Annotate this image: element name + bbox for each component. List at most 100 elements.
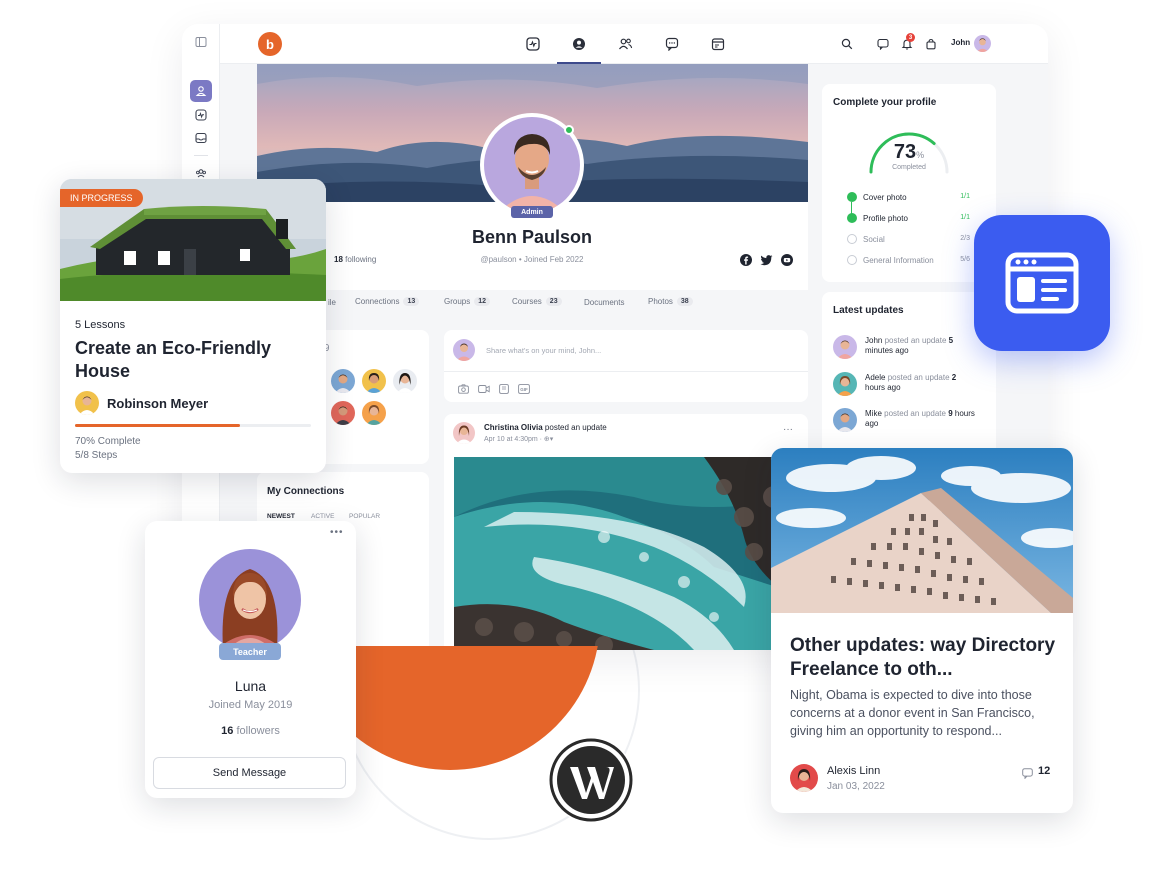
followers-label: followers <box>236 725 280 737</box>
composer-divider <box>444 371 808 372</box>
user-name[interactable]: John <box>951 38 970 47</box>
site-logo[interactable]: b <box>258 32 282 56</box>
blog-post-excerpt: Night, Obama is expected to dive into th… <box>790 688 1035 738</box>
tab-courses[interactable]: Courses 23 <box>512 297 562 306</box>
privacy-icon[interactable]: · ⊕▾ <box>540 436 554 443</box>
following-stat[interactable]: 18 following <box>334 255 376 264</box>
tab-profile[interactable]: ile <box>328 298 336 307</box>
complete-profile-widget <box>822 84 996 282</box>
course-progress-fill <box>75 424 241 427</box>
logo-letter: b <box>266 36 274 52</box>
tab-label: Photos <box>648 297 673 306</box>
camera-icon[interactable] <box>458 381 469 399</box>
update-avatar[interactable] <box>833 335 857 359</box>
tab-documents[interactable]: Documents <box>584 298 624 307</box>
checklist-item-label[interactable]: Profile photo <box>863 214 908 223</box>
following-avatar[interactable] <box>331 401 355 425</box>
member-card-menu[interactable]: ••• <box>330 527 344 538</box>
profile-name: Benn Paulson <box>471 227 592 247</box>
member-card[interactable]: ••• Teacher Luna Joined May 2019 16 foll… <box>145 521 356 798</box>
member-name[interactable]: Luna <box>145 678 356 694</box>
update-time-unit: minutes ago <box>865 346 909 355</box>
blog-post-card[interactable]: Other updates: way Directory Freelance t… <box>771 448 1073 813</box>
course-card[interactable]: IN PROGRESS 5 Lessons Create an Eco-Frie… <box>60 179 326 473</box>
filter-popular[interactable]: POPULAR <box>349 513 380 520</box>
facebook-icon[interactable] <box>740 253 752 266</box>
activity-icon[interactable] <box>524 35 542 53</box>
update-time-num: 2 <box>951 373 957 382</box>
sidebar-item-profile[interactable] <box>190 80 212 102</box>
instructor-name[interactable]: Robinson Meyer <box>107 396 208 411</box>
forums-icon[interactable] <box>663 35 681 53</box>
tab-count: 23 <box>545 297 562 306</box>
video-icon[interactable] <box>478 381 490 399</box>
tab-count: 13 <box>403 297 420 306</box>
blog-author-avatar[interactable] <box>790 764 818 792</box>
sidebar-item-inbox[interactable] <box>190 127 212 149</box>
tab-photos[interactable]: Photos 38 <box>648 297 693 306</box>
post-menu-button[interactable]: ··· <box>783 424 793 435</box>
checklist-item-progress: 5/6 <box>960 256 970 263</box>
following-avatar[interactable] <box>362 369 386 393</box>
checked-circle-icon <box>847 213 857 223</box>
member-role-badge: Teacher <box>219 643 281 660</box>
post-author[interactable]: Christina Olivia <box>484 423 543 432</box>
checklist-item-label[interactable]: Social <box>863 235 885 244</box>
update-name[interactable]: Mike <box>865 409 882 418</box>
search-icon[interactable] <box>838 35 856 53</box>
post-date: Apr 10 at 4:30pm <box>484 436 538 443</box>
twitter-icon[interactable] <box>760 253 773 266</box>
update-time-unit: hours ago <box>865 383 901 392</box>
sidebar-item-activity[interactable] <box>190 104 212 126</box>
members-icon[interactable] <box>616 35 634 53</box>
filter-newest[interactable]: NEWEST <box>267 513 295 520</box>
tab-label: Connections <box>355 297 400 306</box>
checklist-item-progress: 2/3 <box>960 235 970 242</box>
course-lessons: 5 Lessons <box>75 319 126 331</box>
course-steps: 5/8 Steps <box>75 450 118 461</box>
courses-icon[interactable] <box>709 35 727 53</box>
post-image[interactable] <box>454 457 808 650</box>
update-name[interactable]: Adele <box>865 373 885 382</box>
cart-icon[interactable] <box>922 35 940 53</box>
update-action: posted an update <box>884 409 946 418</box>
update-action: posted an update <box>884 336 947 345</box>
following-avatar[interactable] <box>393 369 417 393</box>
post-author-avatar[interactable] <box>453 422 475 444</box>
notification-badge: 3 <box>906 33 915 42</box>
tab-label: Documents <box>584 298 625 307</box>
update-avatar[interactable] <box>833 408 857 432</box>
document-icon[interactable] <box>499 381 509 399</box>
course-status-badge: IN PROGRESS <box>60 189 143 207</box>
composer-input[interactable]: Share what's on your mind, John... <box>486 346 601 355</box>
sidebar-toggle-icon[interactable] <box>191 32 211 52</box>
update-text: Adele posted an update 2 hours ago <box>865 373 975 393</box>
post-meta: Apr 10 at 4:30pm · ⊕▾ <box>484 435 553 443</box>
following-avatar[interactable] <box>362 401 386 425</box>
gif-icon[interactable]: GIF <box>518 381 530 399</box>
followers-count: 16 <box>221 725 234 737</box>
user-avatar[interactable] <box>974 35 991 52</box>
following-count: 18 <box>334 255 343 264</box>
tab-connections[interactable]: Connections 13 <box>355 297 420 306</box>
checklist-item-label[interactable]: Cover photo <box>863 193 907 202</box>
profile-icon[interactable] <box>570 35 588 53</box>
tab-groups[interactable]: Groups 12 <box>444 297 491 306</box>
messages-icon[interactable] <box>874 35 892 53</box>
filter-active[interactable]: ACTIVE <box>311 513 334 520</box>
checklist-item-label[interactable]: General Information <box>863 256 934 265</box>
post-header: Christina Olivia posted an update <box>484 423 607 432</box>
following-avatar[interactable] <box>331 369 355 393</box>
update-avatar[interactable] <box>833 372 857 396</box>
blog-author-name[interactable]: Alexis Linn <box>827 765 880 777</box>
wordpress-logo <box>548 737 634 823</box>
comment-icon[interactable] <box>1022 766 1033 784</box>
course-title[interactable]: Create an Eco-Friendly House <box>75 337 305 383</box>
instructor-avatar[interactable] <box>75 391 99 415</box>
profile-joined: Joined Feb 2022 <box>523 255 584 264</box>
update-name[interactable]: John <box>865 336 882 345</box>
youtube-icon[interactable] <box>781 253 793 266</box>
blog-post-title[interactable]: Other updates: way Directory Freelance t… <box>790 634 1060 682</box>
send-message-button[interactable]: Send Message <box>153 757 346 789</box>
member-avatar[interactable] <box>199 549 301 651</box>
